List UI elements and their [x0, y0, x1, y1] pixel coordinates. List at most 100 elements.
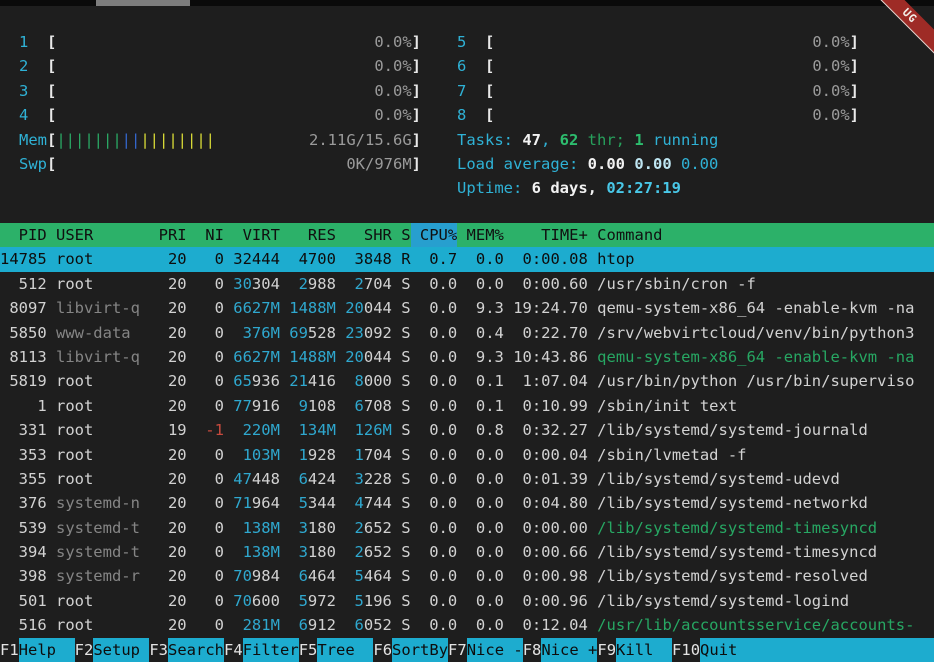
meter-open-bracket: [ — [47, 128, 56, 152]
mem-value: 138M — [243, 543, 280, 561]
meter-value: 0.0% — [374, 54, 411, 78]
process-row[interactable]: 376systemd-n2007196453444744S0.00.00:04.… — [0, 491, 934, 515]
meters-right-column: 5[0.0%]6[0.0%]7[0.0%]8[0.0%]Tasks: 47, 6… — [457, 30, 859, 201]
column-header-s[interactable]: S — [392, 223, 411, 247]
meters-left-column: 1[0.0%]2[0.0%]3[0.0%]4[0.0%]Mem[||||||||… — [19, 30, 421, 176]
cell-shr: 20044 — [336, 345, 392, 369]
process-row[interactable]: 353root200103M19281704S0.00.00:00.04/sbi… — [0, 443, 934, 467]
process-row[interactable]: 1root2007791691086708S0.00.10:10.99/sbin… — [0, 394, 934, 418]
cell-ni: 0 — [187, 491, 224, 515]
cell-shr: 3228 — [336, 467, 392, 491]
meter-fill — [56, 79, 374, 103]
terminal-tab-indicator[interactable] — [96, 0, 190, 6]
user-name: systemd-t — [56, 519, 140, 537]
meter-open-bracket: [ — [485, 30, 494, 54]
column-header-res[interactable]: RES — [280, 223, 336, 247]
fnbar-item-f5[interactable]: F5Tree — [299, 638, 374, 662]
cell-pri: 19 — [140, 418, 187, 442]
user-name: root — [56, 421, 93, 439]
cell-ni: 0 — [187, 247, 224, 271]
fnbar-item-f10[interactable]: F10Quit — [672, 638, 934, 662]
column-header-time[interactable]: TIME+ — [504, 223, 588, 247]
process-row[interactable]: 8097libvirt-q2006627M1488M20044S0.09.319… — [0, 296, 934, 320]
mem-value-high: 6 — [299, 616, 308, 634]
process-row[interactable]: 539systemd-t200138M31802652S0.00.00:00.0… — [0, 516, 934, 540]
cpu-meter-7: 7[0.0%] — [457, 79, 859, 103]
cell-s: S — [392, 272, 411, 296]
cell-virt: 281M — [224, 613, 280, 637]
info-segment: 62 — [560, 131, 579, 149]
fnbar-item-f7[interactable]: F7Nice - — [448, 638, 523, 662]
function-key-label: Help — [19, 638, 75, 662]
column-header-ni[interactable]: NI — [187, 223, 224, 247]
column-header-virt[interactable]: VIRT — [224, 223, 280, 247]
fnbar-item-f1[interactable]: F1Help — [0, 638, 75, 662]
meter-label: Swp — [19, 152, 47, 176]
cell-pid: 398 — [0, 564, 47, 588]
cell-user: root — [47, 394, 140, 418]
function-key-label: Kill — [616, 638, 672, 662]
cell-pri: 20 — [140, 369, 187, 393]
meter-fill — [56, 54, 374, 78]
process-table: PIDUSERPRINIVIRTRESSHRSCPU%MEM%TIME+Comm… — [0, 223, 934, 638]
user-name: root — [56, 275, 93, 293]
mem-value-high: 6 — [299, 470, 308, 488]
function-key: F10 — [672, 638, 700, 662]
process-row[interactable]: 14785root2003244447003848R0.70.00:00.08h… — [0, 247, 934, 271]
process-row[interactable]: 512root2003030429882704S0.00.00:00.60/us… — [0, 272, 934, 296]
fnbar-item-f3[interactable]: F3Search — [149, 638, 224, 662]
nice-value: 0 — [215, 397, 224, 415]
fnbar-item-f6[interactable]: F6SortBy — [373, 638, 448, 662]
mem-value-low: 044 — [364, 348, 392, 366]
process-row[interactable]: 5819root20065936214168000S0.00.11:07.04/… — [0, 369, 934, 393]
command-text: /srv/webvirtcloud/venv/bin/python3 — [597, 324, 914, 342]
fnbar-item-f8[interactable]: F8Nice + — [523, 638, 598, 662]
cell-pri: 20 — [140, 613, 187, 637]
process-row[interactable]: 516root200281M69126052S0.00.00:12.04/usr… — [0, 613, 934, 637]
cell-cmd: /sbin/init text — [588, 394, 934, 418]
cell-cpu: 0.0 — [411, 321, 458, 345]
fnbar-item-f4[interactable]: F4Filter — [224, 638, 299, 662]
meter-open-bracket: [ — [485, 79, 494, 103]
cell-pri: 20 — [140, 540, 187, 564]
column-header-user[interactable]: USER — [47, 223, 140, 247]
process-row[interactable]: 331root19-1220M134M126MS0.00.80:32.27/li… — [0, 418, 934, 442]
column-header-pid[interactable]: PID — [0, 223, 47, 247]
column-header-mem[interactable]: MEM% — [457, 223, 504, 247]
column-header-cmd[interactable]: Command — [588, 223, 934, 247]
process-row[interactable]: 8113libvirt-q2006627M1488M20044S0.09.310… — [0, 345, 934, 369]
cell-virt: 30304 — [224, 272, 280, 296]
function-key: F1 — [0, 638, 19, 662]
column-header-cpu[interactable]: CPU% — [411, 223, 458, 247]
function-key: F8 — [523, 638, 542, 662]
mem-value-high: 5 — [299, 494, 308, 512]
fnbar-item-f9[interactable]: F9Kill — [597, 638, 672, 662]
mem-value-low: 652 — [364, 543, 392, 561]
column-header-pri[interactable]: PRI — [140, 223, 187, 247]
cell-time: 0:04.80 — [504, 491, 588, 515]
cell-shr: 126M — [336, 418, 392, 442]
cell-pid: 355 — [0, 467, 47, 491]
mem-value: 6627M — [233, 348, 280, 366]
cell-virt: 103M — [224, 443, 280, 467]
fnbar-item-f2[interactable]: F2Setup — [75, 638, 150, 662]
column-header-shr[interactable]: SHR — [336, 223, 392, 247]
process-row[interactable]: 394systemd-t200138M31802652S0.00.00:00.6… — [0, 540, 934, 564]
mem-value-low: 744 — [364, 494, 392, 512]
cell-pri: 20 — [140, 272, 187, 296]
cell-time: 0:00.98 — [504, 564, 588, 588]
cell-pid: 8097 — [0, 296, 47, 320]
function-key-label: Search — [168, 638, 224, 662]
cell-cmd: /lib/systemd/systemd-logind — [588, 589, 934, 613]
process-row[interactable]: 355root2004744864243228S0.00.00:01.39/li… — [0, 467, 934, 491]
cell-time: 0:00.04 — [504, 443, 588, 467]
cell-virt: 138M — [224, 516, 280, 540]
meter-close-bracket: ] — [850, 103, 859, 127]
process-row[interactable]: 5850www-data200376M6952823092S0.00.40:22… — [0, 321, 934, 345]
info-segment: , — [541, 131, 560, 149]
mem-value-low: 108 — [308, 397, 336, 415]
process-row[interactable]: 398systemd-r2007098464645464S0.00.00:00.… — [0, 564, 934, 588]
cell-time: 0:22.70 — [504, 321, 588, 345]
process-row[interactable]: 501root2007060059725196S0.00.00:00.96/li… — [0, 589, 934, 613]
info-segment: Load average: — [457, 155, 588, 173]
